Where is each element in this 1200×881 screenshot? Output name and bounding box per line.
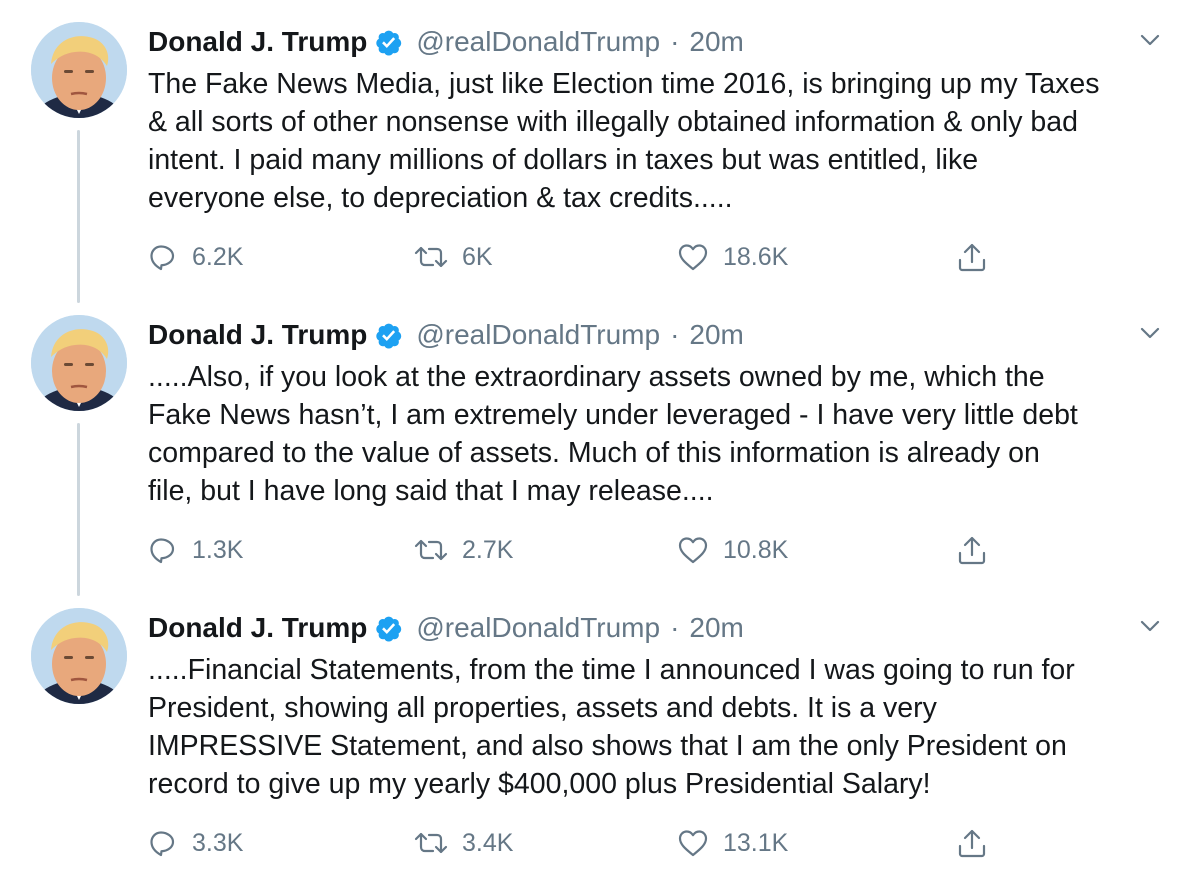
chevron-down-icon[interactable] — [1136, 26, 1164, 54]
author-name[interactable]: Donald J. Trump — [148, 612, 367, 644]
separator-dot: · — [670, 26, 680, 57]
chevron-down-icon[interactable] — [1136, 612, 1164, 640]
retweet-button[interactable]: 6K — [414, 237, 493, 277]
thread-connector — [77, 130, 80, 303]
tweet-text-line: .....Also, if you look at the extraordin… — [148, 361, 1045, 393]
verified-badge-icon — [374, 28, 403, 57]
reply-count: 1.3K — [192, 535, 244, 564]
reply-icon — [148, 242, 178, 272]
reply-icon — [148, 828, 178, 858]
reply-button[interactable]: 6.2K — [148, 237, 243, 277]
tweet-header: Donald J. Trump @realDonaldTrump · 20m — [148, 608, 744, 648]
heart-icon — [677, 242, 709, 272]
author-name[interactable]: Donald J. Trump — [148, 26, 367, 58]
tweet-actions: 1.3K 2.7K 10.8K — [148, 530, 1008, 570]
tweet-text-line: President, showing all properties, asset… — [148, 692, 937, 724]
reply-icon — [148, 535, 178, 565]
tweet-text-line: The Fake News Media, just like Election … — [148, 68, 1100, 100]
reply-count: 3.3K — [192, 828, 244, 857]
share-icon — [956, 241, 988, 273]
tweet-text-line: everyone else, to depreciation & tax cre… — [148, 182, 733, 214]
share-button[interactable] — [956, 530, 988, 570]
author-handle[interactable]: @realDonaldTrump — [416, 26, 660, 58]
author-handle[interactable]: @realDonaldTrump — [416, 612, 660, 644]
heart-icon — [677, 535, 709, 565]
verified-badge-icon — [374, 614, 403, 643]
retweet-button[interactable]: 2.7K — [414, 530, 513, 570]
tweet-text-line: compared to the value of assets. Much of… — [148, 437, 1040, 469]
share-icon — [956, 827, 988, 859]
share-icon — [956, 534, 988, 566]
like-count: 10.8K — [723, 535, 789, 564]
like-button[interactable]: 18.6K — [677, 237, 788, 277]
tweet-text-line: IMPRESSIVE Statement, and also shows tha… — [148, 730, 1067, 762]
tweet[interactable]: Donald J. Trump @realDonaldTrump · 20m T… — [0, 0, 1200, 303]
heart-icon — [677, 828, 709, 858]
avatar[interactable] — [31, 22, 127, 118]
chevron-down-icon[interactable] — [1136, 319, 1164, 347]
tweet-text-line: file, but I have long said that I may re… — [148, 475, 714, 507]
separator-dot: · — [670, 612, 680, 643]
tweet-text-line: intent. I paid many millions of dollars … — [148, 144, 979, 176]
share-button[interactable] — [956, 823, 988, 863]
author-name[interactable]: Donald J. Trump — [148, 319, 367, 351]
retweet-icon — [414, 242, 448, 272]
like-count: 18.6K — [723, 242, 789, 271]
author-handle[interactable]: @realDonaldTrump — [416, 319, 660, 351]
reply-button[interactable]: 1.3K — [148, 530, 243, 570]
tweet-header: Donald J. Trump @realDonaldTrump · 20m — [148, 22, 744, 62]
tweet-actions: 3.3K 3.4K 13.1K — [148, 823, 1008, 863]
retweet-count: 3.4K — [462, 828, 514, 857]
avatar[interactable] — [31, 315, 127, 411]
like-count: 13.1K — [723, 828, 789, 857]
tweet-text: .....Financial Statements, from the time… — [148, 651, 1178, 803]
reply-button[interactable]: 3.3K — [148, 823, 243, 863]
avatar[interactable] — [31, 608, 127, 704]
tweet-text-line: & all sorts of other nonsense with illeg… — [148, 106, 1078, 138]
thread-connector — [77, 423, 80, 596]
tweet-text: .....Also, if you look at the extraordin… — [148, 358, 1178, 510]
retweet-button[interactable]: 3.4K — [414, 823, 513, 863]
verified-badge-icon — [374, 321, 403, 350]
like-button[interactable]: 10.8K — [677, 530, 788, 570]
tweet-text-line: Fake News hasn’t, I am extremely under l… — [148, 399, 1078, 431]
timestamp[interactable]: 20m — [689, 26, 743, 58]
tweet-actions: 6.2K 6K 18.6K — [148, 237, 1008, 277]
tweet-thread: Donald J. Trump @realDonaldTrump · 20m T… — [0, 0, 1200, 881]
timestamp[interactable]: 20m — [689, 612, 743, 644]
share-button[interactable] — [956, 237, 988, 277]
tweet[interactable]: Donald J. Trump @realDonaldTrump · 20m .… — [0, 586, 1200, 879]
like-button[interactable]: 13.1K — [677, 823, 788, 863]
retweet-count: 2.7K — [462, 535, 514, 564]
retweet-count: 6K — [462, 242, 493, 271]
tweet[interactable]: Donald J. Trump @realDonaldTrump · 20m .… — [0, 293, 1200, 596]
retweet-icon — [414, 828, 448, 858]
tweet-text: The Fake News Media, just like Election … — [148, 65, 1178, 217]
retweet-icon — [414, 535, 448, 565]
reply-count: 6.2K — [192, 242, 244, 271]
tweet-text-line: record to give up my yearly $400,000 plu… — [148, 768, 931, 800]
separator-dot: · — [670, 319, 680, 350]
timestamp[interactable]: 20m — [689, 319, 743, 351]
tweet-header: Donald J. Trump @realDonaldTrump · 20m — [148, 315, 744, 355]
tweet-text-line: .....Financial Statements, from the time… — [148, 654, 1075, 686]
